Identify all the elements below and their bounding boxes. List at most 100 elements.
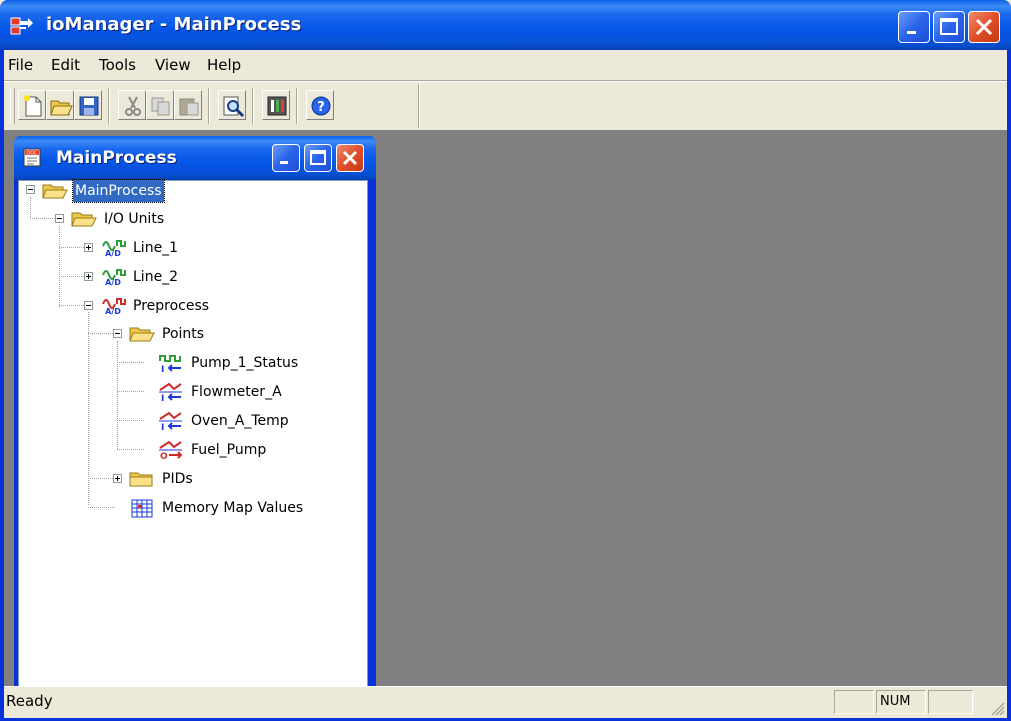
folder-icon xyxy=(129,472,153,487)
analog-output-point-icon: O xyxy=(159,440,183,460)
inspect-icon xyxy=(223,96,245,118)
open-icon xyxy=(50,100,73,116)
configure-button[interactable] xyxy=(262,90,290,120)
status-panel-blank xyxy=(928,690,973,714)
maximize-icon xyxy=(940,18,958,35)
collapse-toggle[interactable] xyxy=(84,301,93,310)
maximize-button[interactable] xyxy=(933,11,965,43)
status-panel-blank xyxy=(834,690,874,714)
menu-separator xyxy=(4,80,1007,82)
analog-digital-unit-icon: A/D xyxy=(102,240,126,258)
tree-node-label: Fuel_Pump xyxy=(191,442,267,458)
menu-bar: File Edit Tools View Help xyxy=(4,50,1007,80)
child-minimize-button[interactable] xyxy=(272,144,300,172)
child-close-button[interactable] xyxy=(336,144,364,172)
open-folder-icon xyxy=(42,184,68,199)
client-area: File Edit Tools View Help ? DOC MainProc… xyxy=(4,50,1007,718)
paste-button[interactable] xyxy=(174,90,202,120)
window-title: ioManager - MainProcess xyxy=(46,14,302,35)
tree-connector xyxy=(88,333,115,335)
title-bar[interactable]: ioManager - MainProcess xyxy=(0,0,1011,50)
tree-connector xyxy=(59,276,86,278)
copy-icon xyxy=(151,97,170,116)
tree-connector xyxy=(88,507,115,509)
tree-node-label: Line_1 xyxy=(133,240,179,256)
open-folder-icon xyxy=(71,212,97,227)
tree-node-label: Preprocess xyxy=(133,298,210,314)
toolbar-divider xyxy=(208,88,210,124)
status-bar: Ready NUM xyxy=(4,686,1007,718)
menu-tools[interactable]: Tools xyxy=(97,50,138,80)
toolbar-divider xyxy=(296,88,298,124)
status-text: Ready xyxy=(6,692,53,710)
maximize-icon xyxy=(310,150,326,165)
tree-connector xyxy=(117,449,144,451)
close-button[interactable] xyxy=(968,11,1000,43)
expand-toggle[interactable] xyxy=(113,474,122,483)
tree-node-label: MainProcess xyxy=(72,179,165,203)
minimize-icon xyxy=(907,31,916,34)
collapse-toggle[interactable] xyxy=(26,185,35,194)
analog-input-point-icon: I xyxy=(159,411,182,431)
tree-node-label: Line_2 xyxy=(133,269,179,285)
tree-node-label: I/O Units xyxy=(104,211,165,227)
menu-file[interactable]: File xyxy=(6,50,35,80)
child-maximize-button[interactable] xyxy=(304,144,332,172)
tree-node-label: Flowmeter_A xyxy=(191,384,282,400)
child-title-bar[interactable]: DOC MainProcess xyxy=(14,136,376,180)
iomanager-app-icon xyxy=(10,17,33,35)
tree-connector xyxy=(117,420,144,422)
collapse-toggle[interactable] xyxy=(113,329,122,338)
tree-node-label: Points xyxy=(162,326,205,342)
tree-connector xyxy=(117,341,119,449)
save-icon xyxy=(79,96,99,116)
tree-connector xyxy=(88,312,90,505)
expand-toggle[interactable] xyxy=(84,272,93,281)
tree-connector xyxy=(59,305,86,307)
cut-icon xyxy=(125,96,141,116)
copy-button[interactable] xyxy=(146,90,174,120)
toolbar-grip[interactable] xyxy=(10,88,15,124)
collapse-toggle[interactable] xyxy=(55,214,64,223)
menu-view[interactable]: View xyxy=(153,50,193,80)
digital-input-point-icon: I xyxy=(159,355,181,373)
tree-node-label: PIDs xyxy=(162,471,193,487)
inspect-button[interactable] xyxy=(218,90,246,120)
tree-connector xyxy=(30,197,32,217)
resize-grip-icon[interactable] xyxy=(989,700,1005,716)
child-window-mainprocess: DOC MainProcess MainProcess I/O Units A/… xyxy=(14,136,376,706)
svg-text:A/D: A/D xyxy=(105,249,121,258)
toolbar-divider xyxy=(252,88,254,124)
close-icon xyxy=(975,18,993,36)
tree-connector xyxy=(30,218,57,220)
svg-text:A/D: A/D xyxy=(105,307,121,316)
menu-help[interactable]: Help xyxy=(205,50,243,80)
save-button[interactable] xyxy=(74,90,102,120)
tree-view[interactable]: MainProcess I/O Units A/D Line_1 A/D Lin… xyxy=(18,179,368,706)
svg-text:A/D: A/D xyxy=(105,278,121,287)
analog-input-point-icon: I xyxy=(159,382,182,402)
svg-text:DOC: DOC xyxy=(26,151,38,157)
cut-button[interactable] xyxy=(118,90,146,120)
tree-connector xyxy=(59,226,61,307)
analog-digital-unit-icon: A/D xyxy=(102,269,126,287)
expand-toggle[interactable] xyxy=(84,243,93,252)
open-folder-icon xyxy=(129,327,155,342)
help-button[interactable]: ? xyxy=(306,90,334,120)
new-icon xyxy=(24,95,42,117)
new-button[interactable] xyxy=(18,90,46,120)
tree-connector xyxy=(59,247,86,249)
main-window: ioManager - MainProcess File Edit Tools … xyxy=(0,0,1011,721)
child-window-title: MainProcess xyxy=(56,148,177,168)
open-button[interactable] xyxy=(46,90,74,120)
tree-connector xyxy=(117,362,144,364)
minimize-button[interactable] xyxy=(898,11,930,43)
minimize-icon xyxy=(280,161,288,164)
analog-digital-unit-icon: A/D xyxy=(102,298,126,316)
menu-edit[interactable]: Edit xyxy=(49,50,82,80)
toolbar: ? xyxy=(8,84,418,128)
tree-connector xyxy=(88,478,115,480)
tree-node-label: Oven_A_Temp xyxy=(191,413,289,429)
svg-text:?: ? xyxy=(317,100,325,115)
svg-text:O: O xyxy=(160,452,168,460)
